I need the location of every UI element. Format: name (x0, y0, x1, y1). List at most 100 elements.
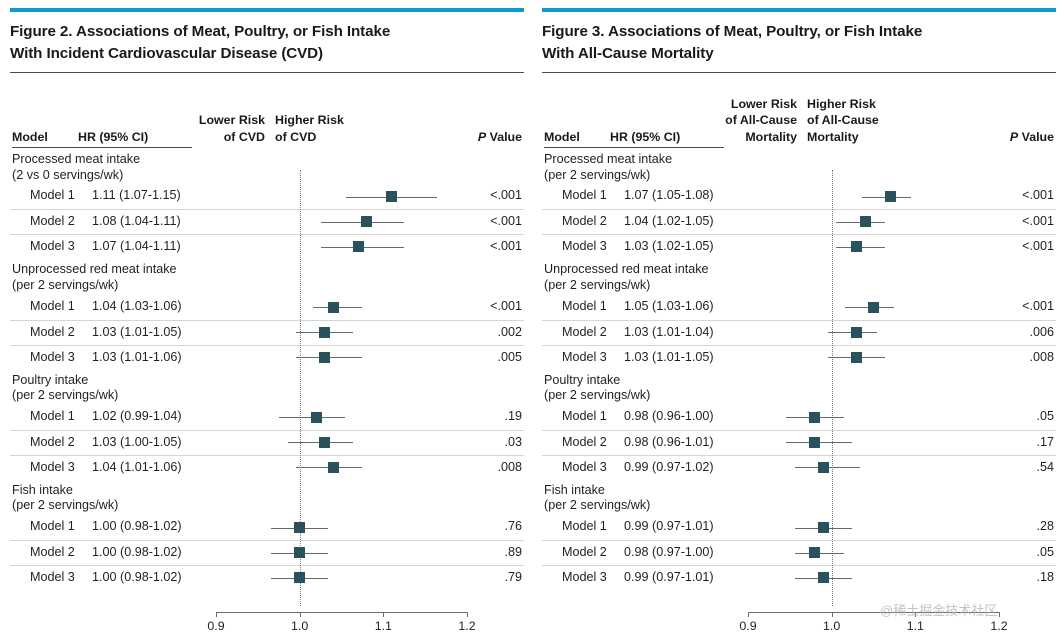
column-header-p-value: P Value (1010, 129, 1054, 145)
row-hr-ci: 1.00 (0.98-1.02) (92, 519, 182, 534)
group-units: (per 2 servings/wk) (544, 167, 651, 182)
table-row: Model 3 1.03 (1.01-1.06) .005 (10, 344, 524, 370)
row-model-label: Model 2 (562, 324, 607, 339)
table-row: Model 3 1.04 (1.01-1.06) .008 (10, 454, 524, 480)
higher-risk-line-1: Higher Risk (275, 113, 344, 128)
figure-3-title: Figure 3. Associations of Meat, Poultry,… (542, 12, 1056, 64)
row-p-value: .76 (504, 519, 522, 534)
table-row: Model 2 1.03 (1.01-1.04) .006 (542, 319, 1056, 345)
row-hr-ci: 1.03 (1.01-1.06) (92, 349, 182, 364)
column-header-hr: HR (95% CI) (78, 129, 149, 144)
group-header: Poultry intake (per 2 servings/wk) (542, 370, 1056, 405)
group-units: (per 2 servings/wk) (12, 388, 119, 403)
table-row: Model 2 1.03 (1.00-1.05) .03 (10, 429, 524, 455)
table-row: Model 1 1.07 (1.05-1.08) <.001 (542, 184, 1056, 209)
row-model-label: Model 2 (562, 434, 607, 449)
p-value-word: Value (486, 129, 522, 144)
higher-risk-line-0: Higher Risk (807, 97, 876, 112)
group-header: Poultry intake (per 2 servings/wk) (10, 370, 524, 405)
lower-risk-line-1: of All-Cause (725, 113, 797, 128)
figure-3-column-headers: Model HR (95% CI) Lower Risk of All-Caus… (542, 87, 1056, 149)
figure-2-title-line-2: With Incident Cardiovascular Disease (CV… (10, 44, 323, 62)
figure-2-panel: Figure 2. Associations of Meat, Poultry,… (10, 0, 524, 639)
row-hr-ci: 0.99 (0.97-1.02) (624, 459, 714, 474)
column-header-higher-risk: Higher Risk of All-Cause Mortality (807, 96, 879, 145)
row-model-label: Model 3 (30, 459, 75, 474)
row-p-value: .17 (1036, 434, 1054, 449)
x-axis-tick (299, 612, 301, 618)
row-model-label: Model 2 (30, 324, 75, 339)
row-hr-ci: 0.99 (0.97-1.01) (624, 570, 714, 585)
row-p-value: <.001 (490, 239, 522, 254)
group-header: Unprocessed red meat intake (per 2 servin… (10, 259, 524, 294)
column-header-p-value: P Value (478, 129, 522, 145)
group-header: Processed meat intake (per 2 servings/wk) (542, 149, 1056, 184)
figure-3-title-line-2: With All-Cause Mortality (542, 44, 714, 62)
table-row: Model 1 1.11 (1.07-1.15) <.001 (10, 184, 524, 209)
row-p-value: .03 (504, 434, 522, 449)
row-model-label: Model 3 (30, 239, 75, 254)
row-p-value: .008 (497, 459, 522, 474)
group-units: (per 2 servings/wk) (544, 388, 651, 403)
x-axis-tick-label: 1.0 (823, 619, 841, 634)
figure-3-title-line-1: Figure 3. Associations of Meat, Poultry,… (542, 23, 923, 40)
x-axis-tick (467, 612, 468, 618)
row-p-value: .008 (1029, 349, 1054, 364)
p-value-italic-p: P (477, 129, 487, 144)
row-model-label: Model 1 (562, 408, 607, 423)
row-p-value: <.001 (1022, 239, 1054, 254)
row-p-value: .002 (497, 324, 522, 339)
group-units: (per 2 servings/wk) (544, 277, 651, 292)
row-hr-ci: 1.04 (1.03-1.06) (92, 298, 182, 313)
row-model-label: Model 1 (30, 188, 75, 203)
row-hr-ci: 1.03 (1.01-1.05) (624, 349, 714, 364)
column-header-model: Model (12, 129, 48, 144)
table-row: Model 2 1.00 (0.98-1.02) .89 (10, 540, 524, 565)
row-hr-ci: 1.07 (1.05-1.08) (624, 188, 714, 203)
table-row: Model 1 0.98 (0.96-1.00) .05 (542, 405, 1056, 430)
row-hr-ci: 0.98 (0.96-1.01) (624, 434, 714, 449)
row-hr-ci: 1.00 (0.98-1.02) (92, 545, 182, 560)
x-axis-tick-label: 1.0 (291, 619, 309, 634)
group-name: Unprocessed red meat intake (12, 262, 177, 277)
table-row: Model 3 1.03 (1.01-1.05) .008 (542, 344, 1056, 370)
figure-2-rows: Processed meat intake (2 vs 0 servings/wk… (10, 147, 524, 590)
figure-3-title-rule (542, 72, 1056, 74)
group-name: Processed meat intake (12, 152, 141, 167)
row-hr-ci: 1.11 (1.07-1.15) (92, 188, 181, 203)
row-hr-ci: 1.08 (1.04-1.11) (92, 214, 181, 229)
p-value-italic-p: P (1009, 129, 1019, 144)
table-row: Model 2 0.98 (0.96-1.01) .17 (542, 429, 1056, 455)
row-p-value: .18 (1036, 570, 1054, 585)
group-name: Processed meat intake (544, 152, 673, 167)
row-model-label: Model 3 (562, 349, 607, 364)
row-model-label: Model 2 (562, 214, 607, 229)
x-axis-tick (383, 612, 385, 618)
group-units: (2 vs 0 servings/wk) (12, 167, 124, 182)
row-p-value: .28 (1036, 519, 1054, 534)
x-axis-tick-label: 1.1 (374, 619, 392, 634)
row-p-value: <.001 (490, 188, 522, 203)
row-p-value: .19 (504, 408, 522, 423)
row-hr-ci: 1.04 (1.02-1.05) (624, 214, 714, 229)
column-header-lower-risk: Lower Risk of All-Cause Mortality (725, 96, 797, 145)
table-row: Model 1 0.99 (0.97-1.01) .28 (542, 515, 1056, 540)
table-row: Model 2 1.04 (1.02-1.05) <.001 (542, 209, 1056, 234)
row-p-value: .89 (504, 545, 522, 560)
table-row: Model 1 1.02 (0.99-1.04) .19 (10, 405, 524, 430)
group-units: (per 2 servings/wk) (12, 498, 119, 513)
group-header: Unprocessed red meat intake (per 2 servin… (542, 259, 1056, 294)
table-row: Model 2 0.98 (0.97-1.00) .05 (542, 540, 1056, 565)
lower-risk-line-1: Lower Risk (198, 113, 265, 128)
row-model-label: Model 2 (30, 214, 75, 229)
higher-risk-line-2: of CVD (275, 129, 317, 144)
table-row: Model 1 1.00 (0.98-1.02) .76 (10, 515, 524, 540)
lower-risk-line-0: Lower Risk (730, 97, 797, 112)
group-header: Fish intake (per 2 servings/wk) (10, 480, 524, 515)
table-row: Model 3 0.99 (0.97-1.02) .54 (542, 454, 1056, 480)
row-hr-ci: 1.03 (1.02-1.05) (624, 239, 714, 254)
figure-3-rows: Processed meat intake (per 2 servings/wk)… (542, 147, 1056, 590)
x-axis-tick-label: 0.9 (739, 619, 757, 634)
row-model-label: Model 3 (562, 570, 607, 585)
lower-risk-line-2: Mortality (745, 129, 797, 144)
